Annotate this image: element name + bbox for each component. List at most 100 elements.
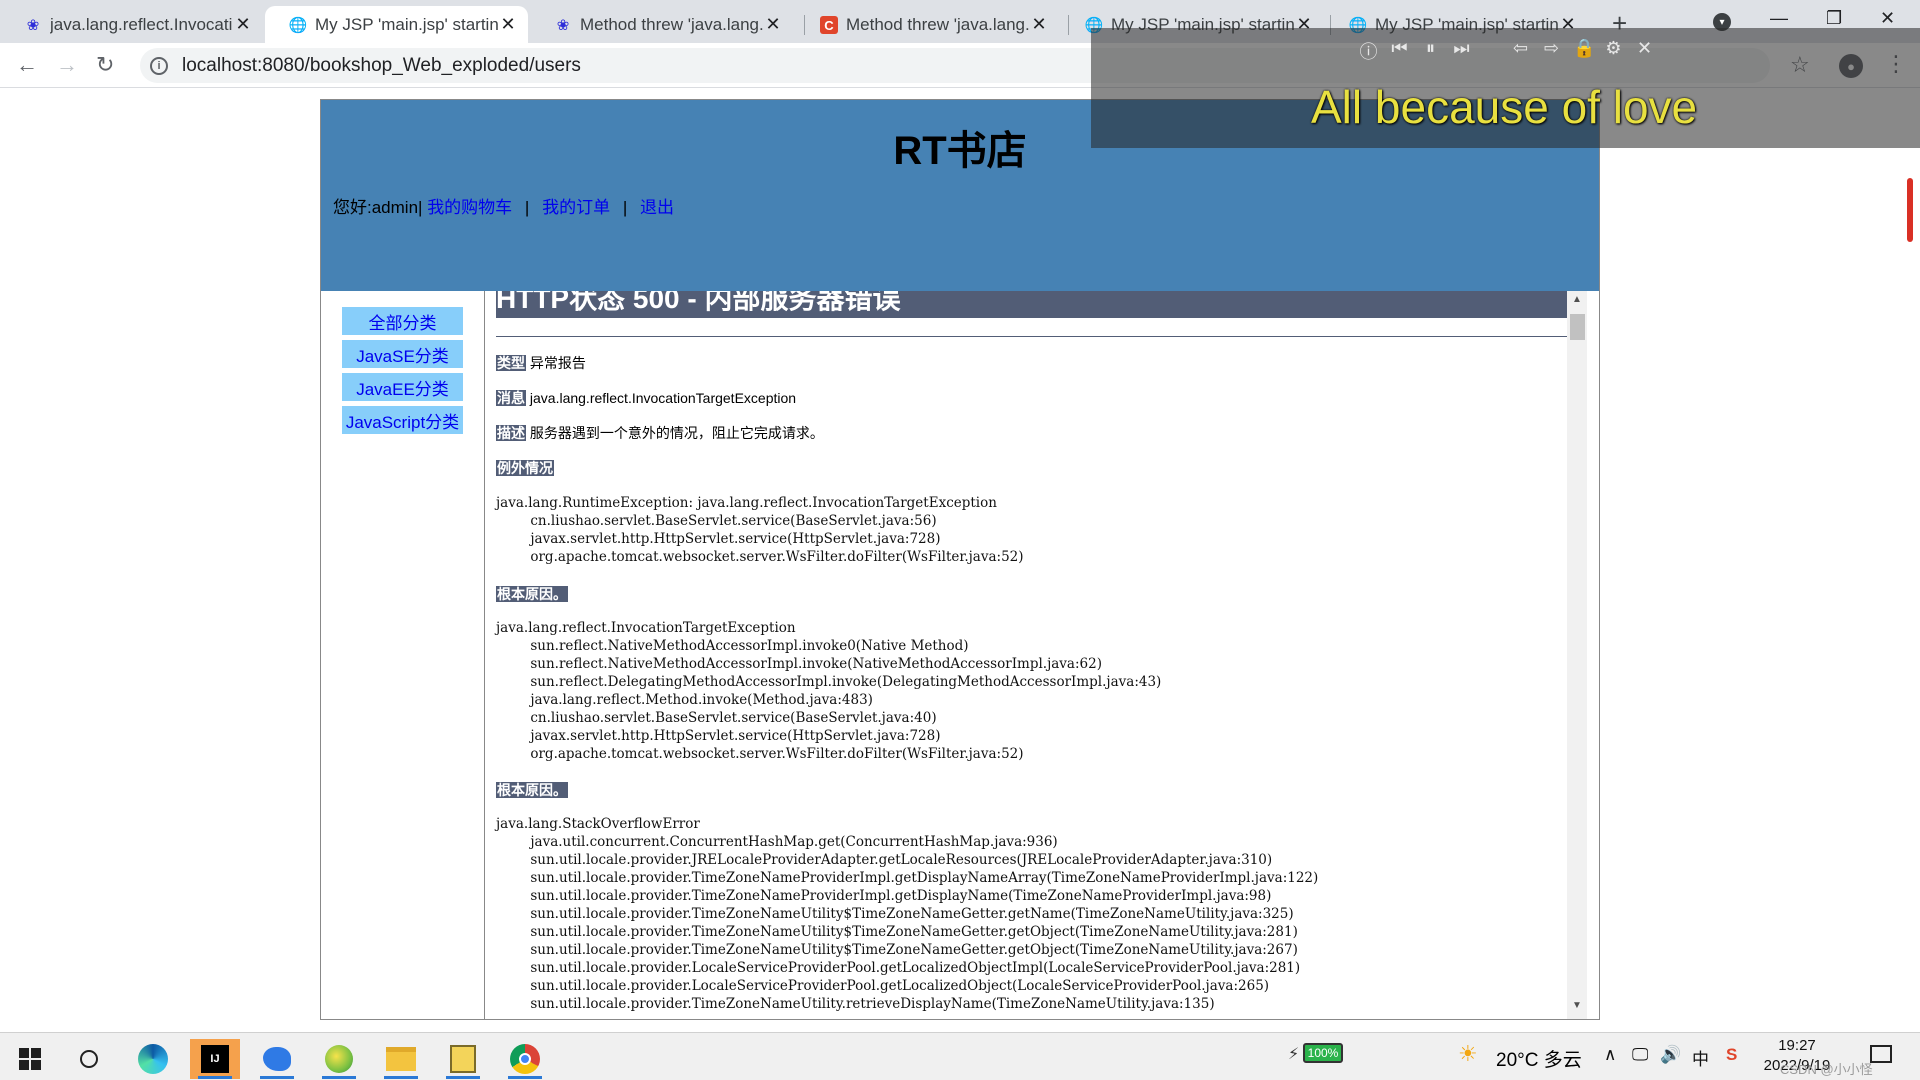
close-icon[interactable]: ✕ xyxy=(1029,14,1049,35)
volume-icon[interactable]: 🔊 xyxy=(1660,1045,1681,1065)
root-cause-trace-1: java.lang.reflect.InvocationTargetExcept… xyxy=(496,620,1162,762)
browser-tab-4[interactable]: C Method threw 'java.lang.S ✕ xyxy=(796,6,1059,43)
exception-label: 例外情况 xyxy=(496,460,554,476)
scroll-thumb[interactable] xyxy=(1570,314,1585,340)
ime-indicator[interactable]: 中 xyxy=(1692,1045,1709,1070)
type-row: 类型 异常报告 xyxy=(496,353,586,373)
minimize-icon[interactable]: — xyxy=(1770,8,1788,29)
tab-title: Method threw 'java.lang.S xyxy=(580,14,763,34)
close-icon[interactable]: ✕ xyxy=(763,14,783,35)
message-label: 消息 xyxy=(496,390,526,406)
pause-icon[interactable]: ⏸ xyxy=(1421,38,1440,64)
divider xyxy=(496,336,1567,337)
player-controls: ⓘ ⏮ ⏸ ⏭ ⇦ ⇨ 🔒 ⚙ ✕ xyxy=(1359,38,1654,64)
music-lyric-overlay: ⓘ ⏮ ⏸ ⏭ ⇦ ⇨ 🔒 ⚙ ✕ All because of love xyxy=(1091,28,1920,148)
taskbar-app[interactable] xyxy=(314,1039,364,1079)
search-icon xyxy=(80,1050,98,1068)
taskbar-notes[interactable] xyxy=(438,1039,488,1079)
clock-time: 19:27 xyxy=(1778,1037,1816,1054)
scroll-down-icon[interactable]: ▼ xyxy=(1572,1000,1582,1011)
back-icon[interactable]: ← xyxy=(16,52,38,78)
iframe-scrollbar[interactable]: ▲ ▼ xyxy=(1567,291,1587,1019)
cart-link[interactable]: 我的购物车 xyxy=(427,198,512,217)
tab-title: Method threw 'java.lang.S xyxy=(846,14,1029,34)
edge-icon xyxy=(138,1044,168,1074)
root-cause-row-2: 根本原因。 xyxy=(496,780,568,800)
scroll-up-icon[interactable]: ▲ xyxy=(1572,294,1582,305)
message-row: 消息 java.lang.reflect.InvocationTargetExc… xyxy=(496,388,796,408)
previous-icon[interactable]: ⏮ xyxy=(1390,38,1409,64)
root-cause-label: 根本原因。 xyxy=(496,586,568,602)
root-cause-label: 根本原因。 xyxy=(496,782,568,798)
close-icon[interactable]: ✕ xyxy=(498,14,518,35)
start-button[interactable] xyxy=(5,1039,55,1079)
description-value: 服务器遇到一个意外的情况，阻止它完成请求。 xyxy=(529,425,824,441)
taskbar-edge[interactable] xyxy=(128,1039,178,1079)
rewind-icon[interactable]: ⇦ xyxy=(1511,38,1530,64)
intellij-icon: IJ xyxy=(201,1045,229,1073)
chevron-up-icon[interactable]: ∧ xyxy=(1604,1045,1616,1065)
browser-tab-1[interactable]: ❀ java.lang.reflect.Invocatio ✕ xyxy=(0,6,263,43)
plug-icon: ⚡ xyxy=(1288,1046,1300,1063)
taskbar-explorer[interactable] xyxy=(376,1039,426,1079)
url-text: localhost:8080/bookshop_Web_exploded/use… xyxy=(182,54,581,76)
bookshop-page: RT书店 您好:admin| 我的购物车 | 我的订单 | 退出 全部分类 Ja… xyxy=(320,99,1600,1020)
lyric-text: All because of love xyxy=(1311,81,1698,133)
notification-icon[interactable] xyxy=(1870,1045,1892,1063)
restore-icon[interactable]: ❐ xyxy=(1826,8,1842,29)
info-icon[interactable]: ⓘ xyxy=(1359,38,1378,64)
taskbar-dolphin[interactable] xyxy=(252,1039,302,1079)
taskbar-chrome[interactable] xyxy=(500,1039,550,1079)
type-value: 异常报告 xyxy=(529,355,586,371)
reload-icon[interactable]: ↻ xyxy=(96,52,114,78)
greeting: 您好:admin| xyxy=(333,198,423,217)
orders-link[interactable]: 我的订单 xyxy=(542,198,610,217)
error-heading: HTTP状态 500 - 内部服务器错误 xyxy=(496,291,1567,318)
close-icon[interactable]: ✕ xyxy=(233,14,253,35)
category-javaee[interactable]: JavaEE分类 xyxy=(342,373,463,401)
sticky-notes-icon xyxy=(450,1045,476,1073)
paw-icon: ❀ xyxy=(26,17,40,34)
type-label: 类型 xyxy=(496,355,526,371)
close-icon[interactable]: ✕ xyxy=(1635,38,1654,64)
windows-taskbar: IJ ⚡ 100% ☀ 20°C 多云 ∧ 🖵 🔊 中 S 19:27 2022… xyxy=(0,1032,1920,1080)
nav-separator: | xyxy=(622,198,628,217)
logout-link[interactable]: 退出 xyxy=(640,198,674,217)
content-iframe[interactable]: HTTP状态 500 - 内部服务器错误 类型 异常报告 消息 java.lan… xyxy=(486,291,1599,1019)
lock-icon[interactable]: 🔒 xyxy=(1573,38,1595,64)
tab-title: My JSP 'main.jsp' starting xyxy=(315,14,498,34)
root-cause-row-1: 根本原因。 xyxy=(496,584,568,604)
category-javascript[interactable]: JavaScript分类 xyxy=(342,406,463,434)
taskbar-intellij[interactable]: IJ xyxy=(190,1039,240,1079)
close-window-icon[interactable]: ✕ xyxy=(1880,8,1895,29)
network-icon[interactable]: 🖵 xyxy=(1632,1045,1648,1065)
forward-icon[interactable]: ⇨ xyxy=(1542,38,1561,64)
browser-tab-2[interactable]: 🌐 My JSP 'main.jsp' starting ✕ xyxy=(265,6,528,43)
search-button[interactable] xyxy=(64,1039,114,1079)
exception-row: 例外情况 xyxy=(496,458,554,478)
battery-indicator[interactable]: 100% xyxy=(1303,1043,1343,1063)
page-scroll-marker[interactable] xyxy=(1907,178,1913,242)
weather-icon: ☀ xyxy=(1458,1041,1478,1066)
category-javase[interactable]: JavaSE分类 xyxy=(342,340,463,368)
sogou-icon[interactable]: S xyxy=(1726,1045,1737,1065)
paw-icon: ❀ xyxy=(556,17,570,34)
next-icon[interactable]: ⏭ xyxy=(1452,38,1471,64)
windows-icon xyxy=(19,1048,41,1070)
user-nav: 您好:admin| 我的购物车 | 我的订单 | 退出 xyxy=(333,193,674,218)
watermark: CSDN @小小怪 xyxy=(1780,1062,1873,1077)
category-all[interactable]: 全部分类 xyxy=(342,307,463,335)
browser-tab-3[interactable]: ❀ Method threw 'java.lang.S ✕ xyxy=(530,6,793,43)
site-info-icon[interactable]: i xyxy=(150,56,168,75)
nav-separator: | xyxy=(524,198,530,217)
app-ball-icon xyxy=(325,1045,353,1073)
globe-icon: 🌐 xyxy=(288,17,308,34)
description-label: 描述 xyxy=(496,425,526,441)
message-value: java.lang.reflect.InvocationTargetExcept… xyxy=(529,390,797,406)
gear-icon[interactable]: ⚙ xyxy=(1604,38,1623,64)
weather-text[interactable]: 20°C 多云 xyxy=(1496,1045,1582,1072)
description-row: 描述 服务器遇到一个意外的情况，阻止它完成请求。 xyxy=(496,423,824,443)
exception-trace: java.lang.RuntimeException: java.lang.re… xyxy=(496,495,1024,565)
folder-icon xyxy=(386,1047,416,1071)
forward-icon[interactable]: → xyxy=(56,52,78,78)
